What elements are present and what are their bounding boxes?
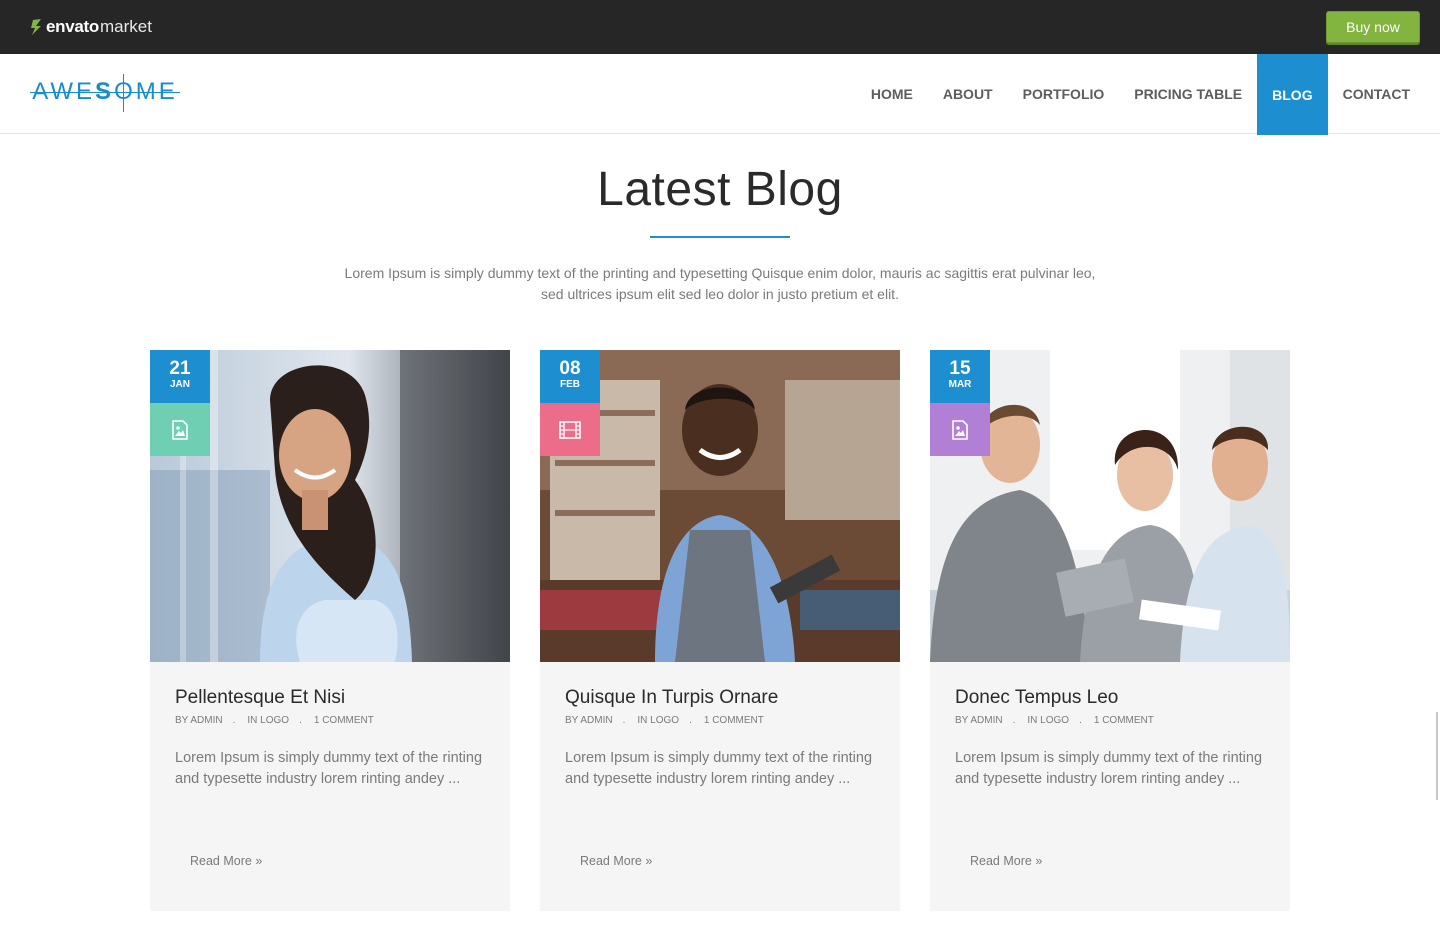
read-more-link[interactable]: Read More »: [190, 854, 262, 868]
blog-card-title[interactable]: Pellentesque Et Nisi: [175, 687, 345, 709]
date-day: 08: [559, 358, 581, 379]
double-chevron-right-icon: »: [255, 854, 263, 868]
post-author[interactable]: BY ADMIN: [565, 715, 613, 726]
nav-item-portfolio[interactable]: PORTFOLIO: [1008, 54, 1120, 134]
blog-card-excerpt: Lorem Ipsum is simply dummy text of the …: [175, 750, 483, 787]
post-comments[interactable]: 1 COMMENT: [704, 715, 764, 726]
buy-now-button[interactable]: Buy now: [1326, 11, 1420, 43]
section-description: Lorem Ipsum is simply dummy text of the …: [310, 263, 1130, 305]
blog-card[interactable]: 21 JAN Pellentesque Et Nisi BY ADMIN. IN…: [150, 350, 510, 911]
post-type-badge: [930, 403, 990, 456]
post-category[interactable]: IN LOGO: [247, 715, 289, 726]
blog-card-excerpt: Lorem Ipsum is simply dummy text of the …: [565, 750, 873, 787]
date-badge: 08 FEB: [540, 350, 600, 403]
film-icon: [559, 420, 581, 439]
envato-market-logo[interactable]: envato market: [30, 15, 152, 39]
double-chevron-right-icon: »: [645, 854, 653, 868]
section-description-line-1: Lorem Ipsum is simply dummy text of the …: [344, 265, 1096, 281]
logo-text: AWESOME: [32, 78, 178, 105]
date-month: FEB: [560, 379, 580, 390]
blog-card[interactable]: 08 FEB Quisque In Turpis Ornare BY ADMIN…: [540, 350, 900, 911]
blog-card[interactable]: 15 MAR Donec Tempus Leo BY ADMIN. IN LOG…: [930, 350, 1290, 911]
nav-item-home[interactable]: HOME: [856, 54, 928, 134]
nav-item-pricing-table[interactable]: PRICING TABLE: [1119, 54, 1257, 134]
date-day: 21: [169, 358, 191, 379]
blog-card-excerpt: Lorem Ipsum is simply dummy text of the …: [955, 750, 1263, 787]
date-badge: 21 JAN: [150, 350, 210, 403]
post-comments[interactable]: 1 COMMENT: [314, 715, 374, 726]
envato-market-text: market: [100, 17, 152, 36]
envato-top-bar: envato market Buy now: [0, 0, 1440, 54]
site-header: AWESOME HOME ABOUT PORTFOLIO PRICING TAB…: [0, 54, 1440, 135]
blog-card-meta: BY ADMIN. IN LOGO. 1 COMMENT: [565, 715, 764, 726]
blog-card-meta: BY ADMIN. IN LOGO. 1 COMMENT: [955, 715, 1154, 726]
blog-card-title[interactable]: Donec Tempus Leo: [955, 687, 1118, 709]
image-icon: [952, 419, 968, 440]
date-month: MAR: [948, 379, 972, 390]
nav-item-contact[interactable]: CONTACT: [1328, 54, 1425, 134]
date-day: 15: [949, 358, 971, 379]
blog-card-photo[interactable]: 15 MAR: [930, 350, 1290, 662]
post-category[interactable]: IN LOGO: [637, 715, 679, 726]
blog-card-photo[interactable]: 21 JAN: [150, 350, 510, 662]
post-type-badge: [540, 403, 600, 456]
section-title: Latest Blog: [597, 163, 843, 216]
read-more-link[interactable]: Read More »: [580, 854, 652, 868]
scrollbar-thumb[interactable]: [1436, 712, 1438, 800]
post-author[interactable]: BY ADMIN: [175, 715, 223, 726]
post-comments[interactable]: 1 COMMENT: [1094, 715, 1154, 726]
section-description-line-2: sed ultrices ipsum elit sed leo dolor in…: [541, 286, 899, 302]
envato-brand-text: envato: [46, 17, 99, 36]
post-author[interactable]: BY ADMIN: [955, 715, 1003, 726]
image-icon: [172, 419, 188, 440]
read-more-link[interactable]: Read More »: [970, 854, 1042, 868]
blog-card-photo[interactable]: 08 FEB: [540, 350, 900, 662]
date-badge: 15 MAR: [930, 350, 990, 403]
double-chevron-right-icon: »: [1035, 854, 1043, 868]
post-category[interactable]: IN LOGO: [1027, 715, 1069, 726]
envato-leaf-icon: [31, 19, 41, 35]
nav-item-about[interactable]: ABOUT: [928, 54, 1008, 134]
blog-card-meta: BY ADMIN. IN LOGO. 1 COMMENT: [175, 715, 374, 726]
main-nav: HOME ABOUT PORTFOLIO PRICING TABLE BLOG …: [856, 54, 1425, 135]
blog-card-title[interactable]: Quisque In Turpis Ornare: [565, 687, 778, 709]
title-underline: [650, 236, 790, 238]
site-logo[interactable]: AWESOME: [30, 72, 180, 112]
post-type-badge: [150, 403, 210, 456]
nav-item-blog[interactable]: BLOG: [1257, 54, 1328, 135]
date-month: JAN: [169, 379, 190, 390]
